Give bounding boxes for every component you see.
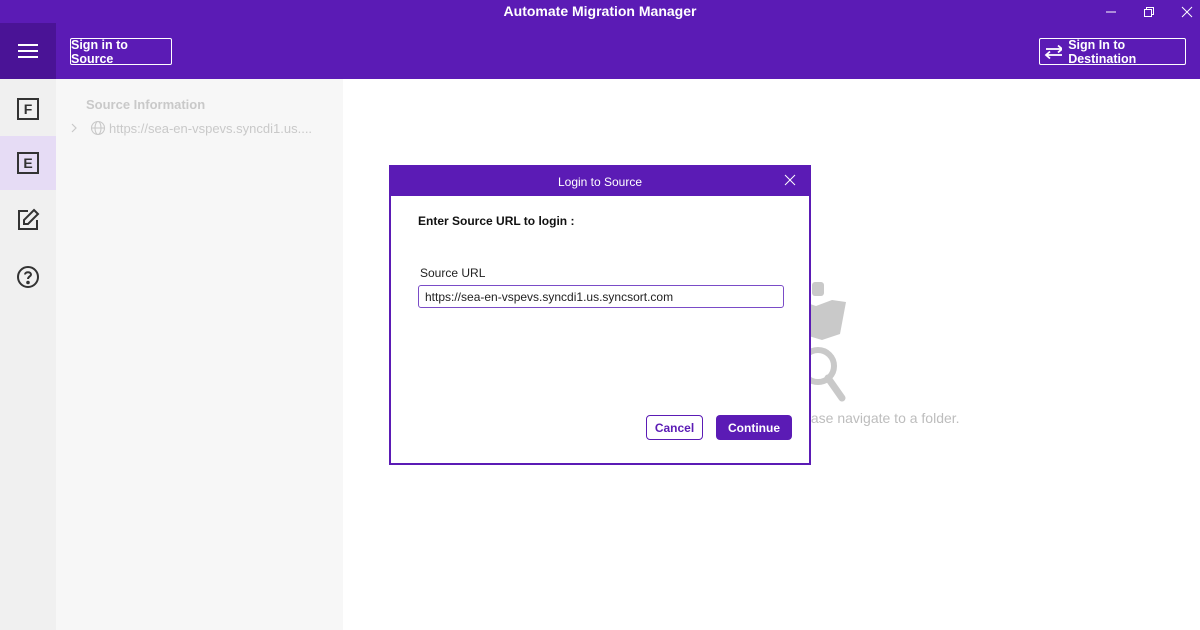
nav-item-e[interactable]: E [0, 136, 56, 190]
source-panel: Source Information https://sea-en-vspevs… [56, 79, 343, 630]
app-header: Sign in to Source Sign In to Destination [0, 23, 1200, 79]
letter-e-icon: E [17, 152, 39, 174]
cancel-button[interactable]: Cancel [646, 415, 703, 440]
tree-item-label: https://sea-en-vspevs.syncdi1.us.... [109, 120, 313, 136]
menu-button[interactable] [0, 23, 56, 79]
sign-in-source-button[interactable]: Sign in to Source [70, 37, 172, 66]
minimize-button[interactable] [1092, 0, 1130, 23]
login-dialog: Login to Source Enter Source URL to logi… [389, 165, 811, 465]
restore-icon [1144, 6, 1154, 17]
globe-icon [90, 120, 106, 136]
nav-item-help[interactable] [0, 250, 56, 304]
minimize-icon [1106, 11, 1116, 12]
source-url-label: Source URL [420, 266, 486, 280]
close-icon [784, 174, 796, 186]
source-url-input[interactable] [418, 285, 784, 308]
nav-item-edit[interactable] [0, 193, 56, 247]
help-icon [17, 266, 39, 288]
letter-f-icon: F [17, 98, 39, 120]
dialog-header: Login to Source [391, 167, 809, 196]
title-bar: Automate Migration Manager [0, 0, 1200, 23]
dialog-close-button[interactable] [783, 173, 799, 189]
nav-rail: F E [0, 79, 56, 630]
continue-button[interactable]: Continue [716, 415, 792, 440]
dialog-heading: Enter Source URL to login : [418, 214, 575, 228]
sign-in-source-label: Sign in to Source [71, 37, 128, 66]
empty-state-message: lease navigate to a folder. [800, 410, 960, 426]
close-icon [1181, 6, 1193, 17]
chevron-right-icon[interactable] [68, 122, 80, 134]
swap-arrows-icon [1044, 44, 1063, 59]
dialog-title: Login to Source [557, 175, 643, 189]
restore-button[interactable] [1130, 0, 1168, 23]
hamburger-icon [18, 44, 38, 58]
tree-item-source-url[interactable]: https://sea-en-vspevs.syncdi1.us.... [68, 120, 312, 136]
edit-icon [18, 208, 40, 230]
window-title: Automate Migration Manager [503, 3, 697, 19]
sign-in-destination-label: Sign In to Destination [1068, 37, 1137, 66]
nav-item-f[interactable]: F [0, 82, 56, 136]
sign-in-destination-button[interactable]: Sign In to Destination [1039, 37, 1186, 66]
source-panel-title: Source Information [86, 97, 206, 112]
close-window-button[interactable] [1168, 0, 1200, 23]
